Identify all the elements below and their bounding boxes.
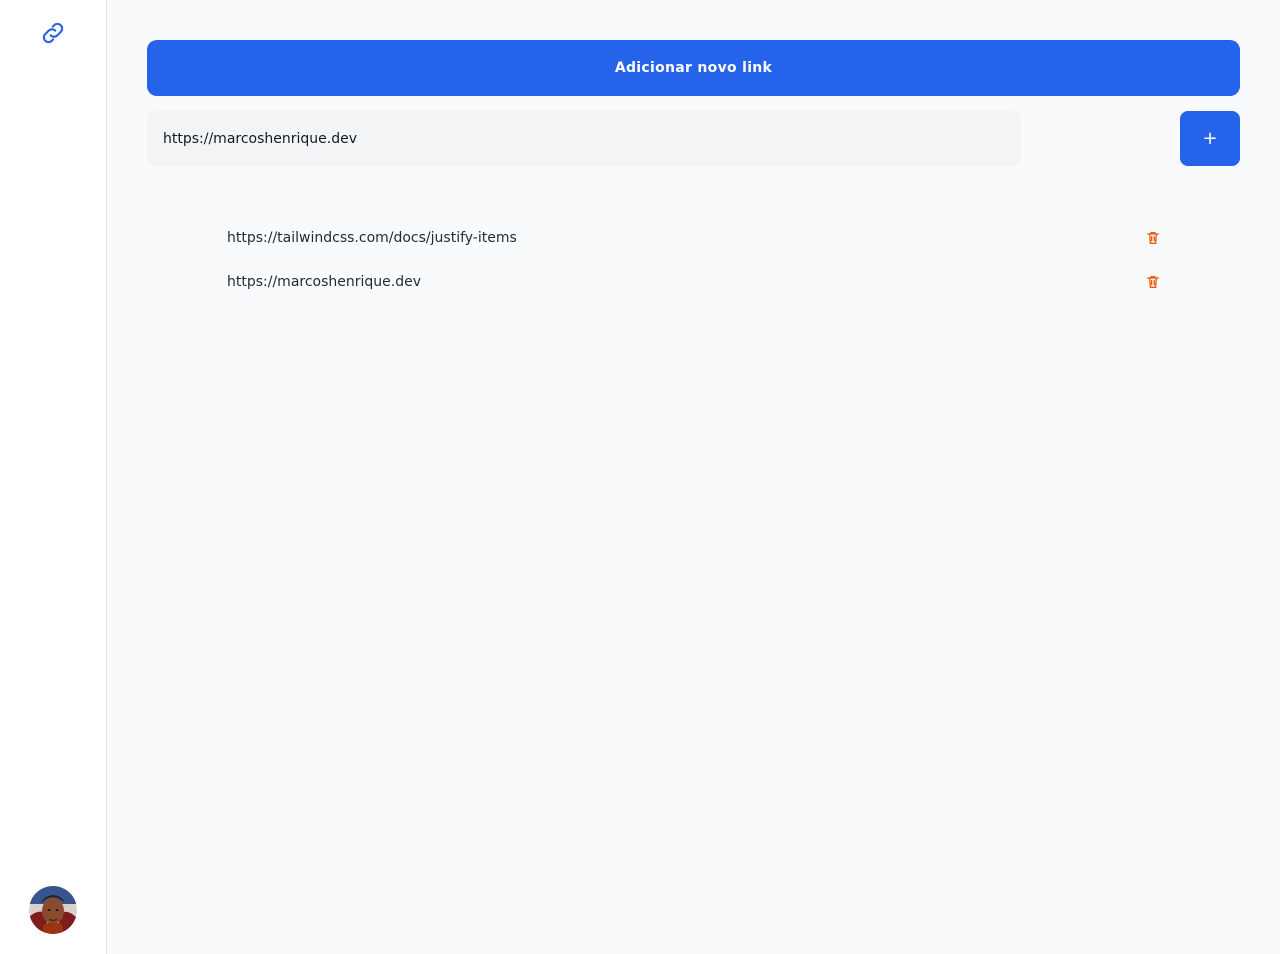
saved-link[interactable]: https://tailwindcss.com/docs/justify-ite… xyxy=(227,230,517,246)
add-link-button[interactable]: + xyxy=(1180,111,1240,166)
main-content: Adicionar novo link + https://tailwindcs… xyxy=(107,0,1280,954)
trash-icon xyxy=(1147,276,1159,288)
list-item: https://marcoshenrique.dev xyxy=(227,260,1163,304)
add-new-link-label: Adicionar novo link xyxy=(614,60,773,76)
link-list: https://tailwindcss.com/docs/justify-ite… xyxy=(227,216,1163,304)
user-avatar-icon xyxy=(29,886,77,934)
add-new-link-button[interactable]: Adicionar novo link xyxy=(147,40,1240,96)
plus-icon: + xyxy=(1202,127,1218,149)
url-input[interactable] xyxy=(147,111,1021,166)
avatar[interactable] xyxy=(29,886,77,934)
link-icon[interactable] xyxy=(39,19,67,47)
delete-link-button[interactable] xyxy=(1143,228,1163,248)
saved-link[interactable]: https://marcoshenrique.dev xyxy=(227,274,421,290)
app: Adicionar novo link + https://tailwindcs… xyxy=(0,0,1280,954)
trash-icon xyxy=(1147,232,1159,244)
delete-link-button[interactable] xyxy=(1143,272,1163,292)
sidebar xyxy=(0,0,107,954)
list-item: https://tailwindcss.com/docs/justify-ite… xyxy=(227,216,1163,260)
